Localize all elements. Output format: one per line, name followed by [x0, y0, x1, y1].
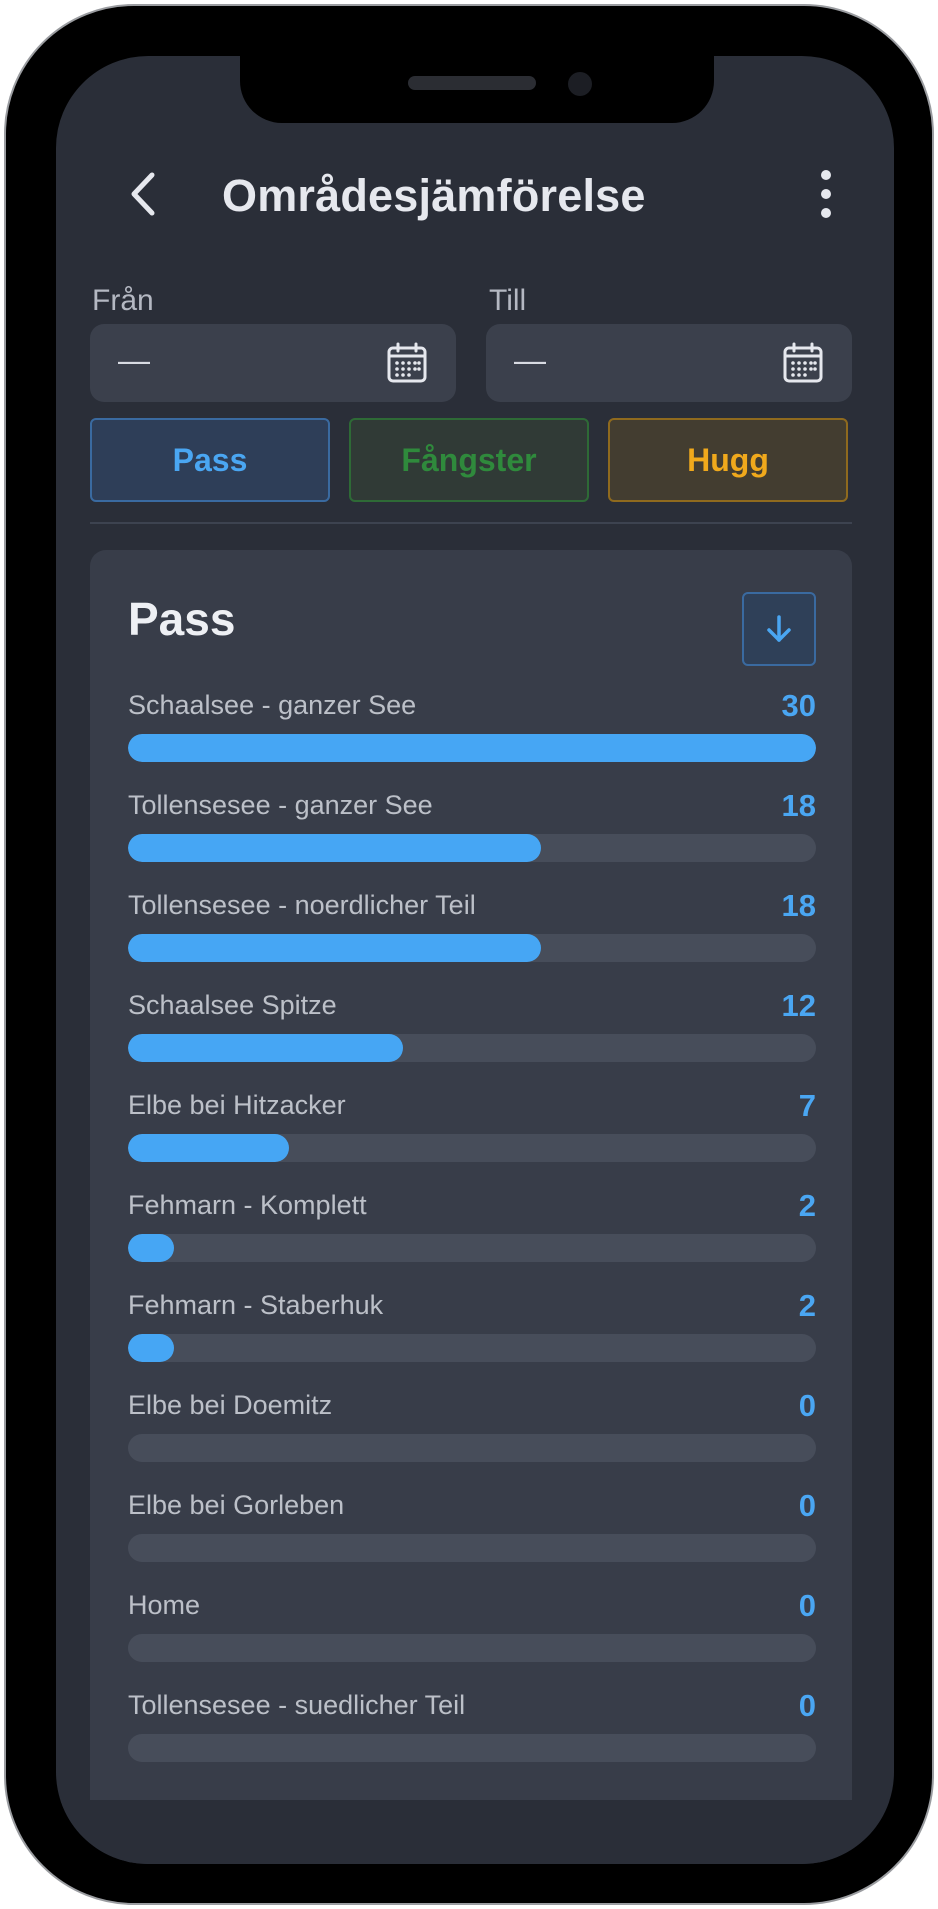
- tab-pass[interactable]: Pass: [90, 418, 330, 502]
- back-button[interactable]: [114, 164, 174, 224]
- progress-track: [128, 834, 816, 862]
- area-name: Schaalsee - ganzer See: [128, 690, 417, 720]
- progress-fill: [128, 1134, 289, 1162]
- area-count: 30: [781, 688, 816, 723]
- area-name: Tollensesee - ganzer See: [128, 790, 433, 820]
- bottom-safe-area: [56, 1800, 894, 1864]
- area-count: 2: [798, 1188, 816, 1223]
- phone-frame: Områdesjämförelse Från — Till — Pass Fån…: [4, 4, 934, 1905]
- area-count: 2: [798, 1288, 816, 1323]
- progress-track: [128, 1034, 816, 1062]
- list-item: Fehmarn - Staberhuk 2: [128, 1288, 816, 1390]
- area-count: 7: [798, 1088, 816, 1123]
- chevron-left-icon: [131, 172, 155, 216]
- list-item: Tollensesee - noerdlicher Teil 18: [128, 888, 816, 990]
- progress-track: [128, 1734, 816, 1762]
- list-item: Elbe bei Doemitz 0: [128, 1388, 816, 1490]
- more-vertical-icon: [821, 170, 831, 180]
- area-list: Schaalsee - ganzer See 30 Tollensesee - ga…: [128, 688, 816, 1790]
- area-count: 0: [798, 1388, 816, 1423]
- comparison-card: Pass Schaalsee - ganzer See 30 Tollensesee…: [90, 550, 852, 1800]
- calendar-icon[interactable]: [386, 342, 428, 384]
- area-name: Elbe bei Doemitz: [128, 1390, 333, 1420]
- divider: [90, 522, 852, 524]
- progress-track: [128, 1134, 816, 1162]
- app-screen: Områdesjämförelse Från — Till — Pass Fån…: [56, 56, 894, 1864]
- area-count: 0: [798, 1488, 816, 1523]
- progress-fill: [128, 734, 816, 762]
- list-item: Fehmarn - Komplett 2: [128, 1188, 816, 1290]
- progress-track: [128, 934, 816, 962]
- to-date-field[interactable]: —: [486, 324, 852, 402]
- progress-track: [128, 1634, 816, 1662]
- area-name: Tollensesee - suedlicher Teil: [128, 1690, 466, 1720]
- area-count: 18: [781, 788, 816, 823]
- list-item: Schaalsee - ganzer See 30: [128, 688, 816, 790]
- area-count: 12: [781, 988, 816, 1023]
- area-name: Tollensesee - noerdlicher Teil: [128, 890, 476, 920]
- list-item: Tollensesee - suedlicher Teil 0: [128, 1688, 816, 1790]
- to-label: Till: [489, 284, 527, 317]
- page-title: Områdesjämförelse: [222, 170, 646, 221]
- tab-hugg[interactable]: Hugg: [608, 418, 848, 502]
- area-name: Fehmarn - Staberhuk: [128, 1290, 384, 1320]
- area-name: Elbe bei Hitzacker: [128, 1090, 346, 1120]
- progress-track: [128, 734, 816, 762]
- progress-track: [128, 1334, 816, 1362]
- from-label: Från: [92, 284, 154, 317]
- calendar-icon[interactable]: [782, 342, 824, 384]
- front-camera: [568, 72, 592, 96]
- notch: [240, 56, 714, 123]
- area-name: Elbe bei Gorleben: [128, 1490, 345, 1520]
- progress-track: [128, 1234, 816, 1262]
- area-name: Home: [128, 1590, 201, 1620]
- to-date-value: —: [514, 342, 546, 378]
- list-item: Elbe bei Gorleben 0: [128, 1488, 816, 1590]
- card-title: Pass: [128, 593, 236, 645]
- sort-button[interactable]: [742, 592, 816, 666]
- tab-fangster[interactable]: Fångster: [349, 418, 589, 502]
- speaker: [408, 76, 536, 90]
- progress-fill: [128, 1234, 174, 1262]
- progress-fill: [128, 834, 541, 862]
- top-app-bar: Områdesjämförelse: [56, 144, 894, 244]
- overflow-menu-button[interactable]: [796, 162, 856, 226]
- area-count: 0: [798, 1688, 816, 1723]
- list-item: Tollensesee - ganzer See 18: [128, 788, 816, 890]
- list-item: Home 0: [128, 1588, 816, 1690]
- progress-track: [128, 1534, 816, 1562]
- area-count: 0: [798, 1588, 816, 1623]
- progress-fill: [128, 934, 541, 962]
- from-date-field[interactable]: —: [90, 324, 456, 402]
- progress-fill: [128, 1334, 174, 1362]
- progress-fill: [128, 1034, 404, 1062]
- arrow-down-icon: [767, 615, 791, 642]
- progress-track: [128, 1434, 816, 1462]
- list-item: Schaalsee Spitze 12: [128, 988, 816, 1090]
- from-date-value: —: [118, 342, 150, 378]
- list-item: Elbe bei Hitzacker 7: [128, 1088, 816, 1190]
- area-name: Fehmarn - Komplett: [128, 1190, 367, 1220]
- area-count: 18: [781, 888, 816, 923]
- area-name: Schaalsee Spitze: [128, 990, 337, 1020]
